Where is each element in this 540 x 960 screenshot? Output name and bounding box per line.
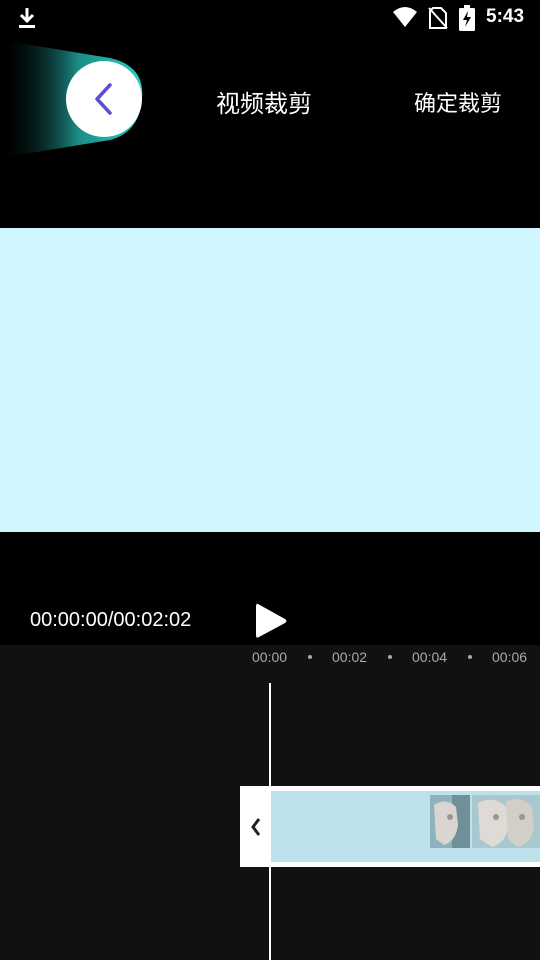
tick-label: 00:02 [332, 649, 368, 665]
play-icon [256, 603, 287, 638]
time-ruler: 00:00 00:02 00:04 00:06 [0, 645, 540, 671]
chevron-left-icon [95, 83, 112, 115]
back-button[interactable] [66, 61, 142, 137]
page-title: 视频裁剪 [216, 90, 312, 118]
no-sim-icon [428, 7, 448, 29]
tick-label: 00:06 [492, 649, 528, 665]
status-time: 5:43 [486, 6, 525, 27]
tick-label: 00:04 [412, 649, 448, 665]
play-button[interactable] [252, 600, 292, 642]
confirm-crop-button[interactable]: 确定裁剪 [414, 86, 502, 118]
chevron-left-icon [250, 817, 260, 836]
video-preview[interactable] [0, 228, 540, 532]
tick-dot [388, 655, 392, 659]
battery-charging-icon [459, 5, 475, 31]
clip-start-handle[interactable] [240, 786, 271, 867]
wifi-icon [393, 7, 417, 27]
tick-label: 00:00 [252, 649, 288, 665]
download-icon [19, 8, 35, 28]
clip-thumbnail [430, 795, 470, 848]
timeline[interactable]: 00:00 00:02 00:04 00:06 [0, 645, 540, 960]
timecode: 00:00:00/00:02:02 [30, 609, 192, 631]
clip-track[interactable] [240, 786, 540, 867]
tick-dot [308, 655, 312, 659]
playhead[interactable] [269, 683, 271, 960]
clip-thumbnails[interactable] [271, 791, 540, 862]
clip-thumbnail [472, 795, 540, 848]
status-bar: 5:43 [0, 0, 540, 36]
tick-dot [468, 655, 472, 659]
